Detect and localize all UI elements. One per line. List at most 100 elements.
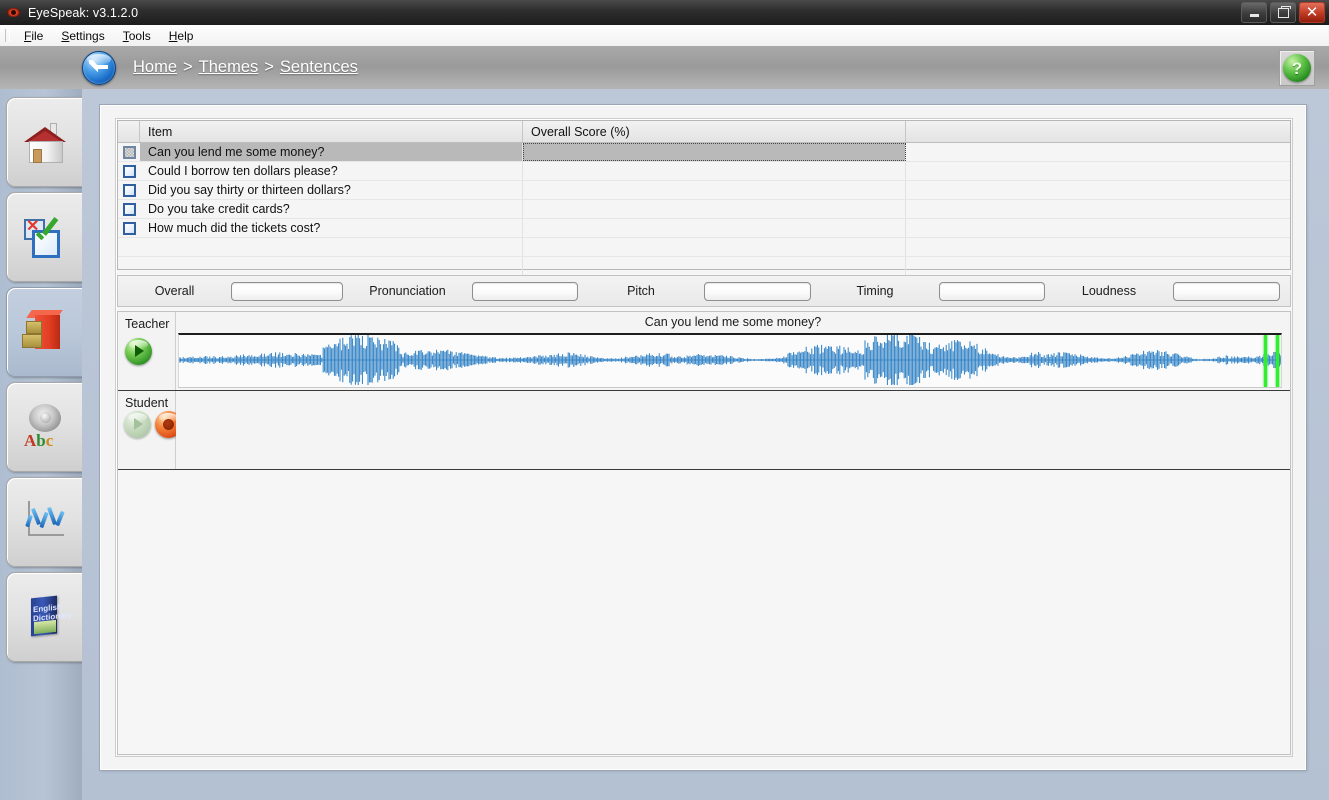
- row-checkbox[interactable]: [122, 145, 136, 159]
- sidebar-item-home[interactable]: [6, 97, 83, 187]
- table-header-score: Overall Score (%): [523, 121, 906, 142]
- table-row[interactable]: Can you lend me some money?: [118, 143, 1290, 162]
- speaker-abc-icon: Abc: [18, 400, 72, 454]
- row-score-value: [523, 181, 906, 199]
- dictionary-book-label: English Dictionary: [33, 602, 73, 624]
- score-timing: Timing: [811, 281, 1045, 301]
- score-pitch-field[interactable]: [704, 281, 811, 301]
- menu-item-settings[interactable]: Settings: [52, 27, 113, 45]
- breadcrumb-separator-1: >: [183, 58, 193, 76]
- menu-item-tools[interactable]: Tools: [114, 27, 160, 45]
- row-item-label: Did you say thirty or thirteen dollars?: [140, 181, 523, 199]
- breadcrumb-item-home[interactable]: Home: [133, 58, 177, 77]
- sidebar-item-tests[interactable]: ✕: [6, 192, 83, 282]
- house-icon: [18, 115, 72, 169]
- help-question-icon: ?: [1283, 54, 1311, 82]
- table-header-extra: [906, 121, 1290, 142]
- student-controls: Student: [118, 391, 182, 469]
- teacher-waveform[interactable]: [178, 333, 1282, 388]
- back-arrow-icon[interactable]: [82, 50, 116, 85]
- eye-icon: [6, 5, 22, 21]
- sidebar-item-pronunciation[interactable]: Abc: [6, 382, 83, 472]
- menu-bar: File Settings Tools Help: [0, 25, 1329, 47]
- header-bar: Home > Themes > Sentences ?: [0, 46, 1329, 90]
- row-item-label: Can you lend me some money?: [140, 143, 523, 161]
- sidebar-item-themes[interactable]: [6, 287, 83, 377]
- score-pronunciation: Pronunciation: [343, 281, 578, 301]
- lower-empty-panel: [117, 597, 1291, 755]
- table-row[interactable]: Do you take credit cards?: [118, 200, 1290, 219]
- score-overall-label: Overall: [154, 284, 195, 298]
- english-dictionary-book-icon: English Dictionary: [18, 590, 72, 644]
- row-item-label: How much did the tickets cost?: [140, 219, 523, 237]
- score-loudness-label: Loudness: [1081, 284, 1137, 298]
- teacher-label: Teacher: [125, 317, 170, 331]
- play-icon[interactable]: [125, 338, 152, 365]
- menu-item-settings-rest: ettings: [69, 28, 105, 43]
- waveform-marker-start[interactable]: [1264, 335, 1267, 387]
- teacher-row: Teacher Can you lend me some money?: [118, 312, 1290, 391]
- teacher-sentence-label: Can you lend me some money?: [644, 315, 822, 329]
- score-timing-label: Timing: [856, 284, 894, 298]
- play-icon[interactable]: [124, 411, 151, 438]
- breadcrumb-item-sentences[interactable]: Sentences: [280, 58, 358, 77]
- menu-item-help-rest: elp: [177, 28, 194, 43]
- content-inner-panel: Item Overall Score (%) Can you lend me s…: [115, 118, 1293, 757]
- audio-section: Teacher Can you lend me some money? Stud…: [117, 311, 1291, 598]
- score-overall: Overall: [118, 281, 343, 301]
- breadcrumb: Home > Themes > Sentences: [133, 58, 358, 77]
- menu-grip: [5, 29, 10, 42]
- waveform-marker-end[interactable]: [1276, 335, 1279, 387]
- table-row[interactable]: How much did the tickets cost?: [118, 219, 1290, 238]
- student-waveform-area: [176, 391, 1290, 469]
- checkbox-tick-icon: ✕: [18, 210, 72, 264]
- menu-item-file-rest: ile: [31, 28, 44, 43]
- row-checkbox[interactable]: [122, 183, 136, 197]
- row-checkbox[interactable]: [122, 221, 136, 235]
- row-score-value: [523, 162, 906, 180]
- zigzag-chart-icon: [18, 495, 72, 549]
- content-panel: Item Overall Score (%) Can you lend me s…: [100, 105, 1306, 770]
- student-label: Student: [125, 396, 169, 410]
- score-pronunciation-label: Pronunciation: [369, 284, 446, 298]
- main-content: Item Overall Score (%) Can you lend me s…: [82, 89, 1329, 800]
- row-score-value: [523, 219, 906, 237]
- minimize-icon[interactable]: [1241, 2, 1267, 23]
- sidebar-item-dictionary[interactable]: English Dictionary: [6, 572, 83, 662]
- row-checkbox[interactable]: [122, 164, 136, 178]
- score-bar: Overall Pronunciation Pitch Timing Loudn…: [117, 275, 1291, 307]
- breadcrumb-separator-2: >: [264, 58, 274, 76]
- row-score-value: [523, 143, 906, 161]
- table-header-check: [118, 121, 140, 142]
- help-button[interactable]: ?: [1279, 50, 1315, 86]
- filing-cabinet-icon: [18, 305, 72, 359]
- score-pitch: Pitch: [578, 281, 811, 301]
- sentence-table: Item Overall Score (%) Can you lend me s…: [117, 120, 1291, 276]
- sidebar: ✕ Abc English Dictionary: [0, 89, 83, 800]
- menu-item-help[interactable]: Help: [160, 27, 203, 45]
- audio-empty-area: [118, 470, 1290, 597]
- menu-item-tools-rest: ools: [128, 28, 151, 43]
- score-pronunciation-field[interactable]: [472, 281, 578, 301]
- row-checkbox[interactable]: [122, 202, 136, 216]
- score-overall-field[interactable]: [231, 281, 343, 301]
- table-row-empty: [118, 238, 1290, 257]
- row-item-label: Could I borrow ten dollars please?: [140, 162, 523, 180]
- score-pitch-label: Pitch: [627, 284, 655, 298]
- score-loudness-field[interactable]: [1173, 281, 1280, 301]
- score-timing-field[interactable]: [939, 281, 1045, 301]
- sidebar-item-progress[interactable]: [6, 477, 83, 567]
- score-loudness: Loudness: [1045, 281, 1280, 301]
- title-bar: EyeSpeak: v3.1.2.0 ✕: [0, 0, 1329, 25]
- restore-icon[interactable]: [1270, 2, 1296, 23]
- menu-item-file[interactable]: File: [15, 27, 52, 45]
- breadcrumb-item-themes[interactable]: Themes: [199, 58, 259, 77]
- student-row: Student: [118, 391, 1290, 470]
- close-icon[interactable]: ✕: [1299, 2, 1325, 23]
- table-row[interactable]: Did you say thirty or thirteen dollars?: [118, 181, 1290, 200]
- table-row[interactable]: Could I borrow ten dollars please?: [118, 162, 1290, 181]
- window-title: EyeSpeak: v3.1.2.0: [28, 5, 139, 20]
- help-label: ?: [1291, 58, 1303, 78]
- teacher-controls: Teacher: [118, 312, 176, 390]
- window-controls: ✕: [1241, 2, 1325, 23]
